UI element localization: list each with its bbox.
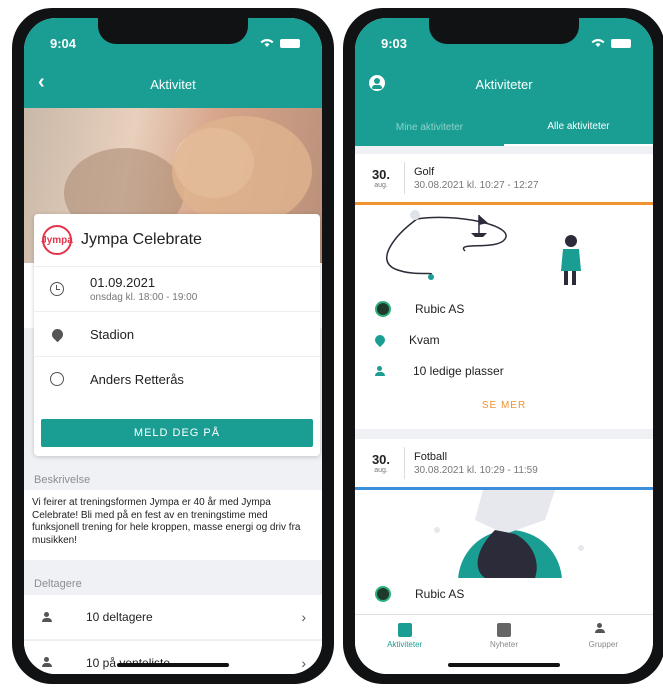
bottom-tab-label: Nyheter xyxy=(489,640,518,649)
event-card-header: Jympa Jympa Celebrate xyxy=(34,214,320,266)
groups-icon xyxy=(595,623,611,634)
activity-time: 30.08.2021 kl. 10:29 - 11:59 xyxy=(414,464,538,476)
phone-activity-list: 9:03 Aktiviteter Mine aktiviteter Alle a… xyxy=(343,8,663,684)
activity-spots: 10 ledige plasser xyxy=(413,363,504,378)
home-indicator xyxy=(117,663,229,667)
nav-bar: ‹ Aktivitet xyxy=(24,60,322,108)
date-divider xyxy=(404,162,405,194)
activity-tabs: Mine aktiviteter Alle aktiviteter xyxy=(355,108,653,146)
activity-date-row: 30. aug. Fotball 30.08.2021 kl. 10:29 - … xyxy=(355,439,653,487)
activity-club-row: Rubic AS xyxy=(355,293,653,324)
clock-icon xyxy=(50,282,64,296)
activity-club: Rubic AS xyxy=(415,301,465,316)
activity-title: Fotball xyxy=(414,450,448,463)
status-icons xyxy=(591,38,631,48)
status-icons xyxy=(260,38,300,48)
bottom-tab-label: Aktiviteter xyxy=(387,640,423,649)
club-logo-icon xyxy=(375,300,391,317)
activity-time: 30.08.2021 kl. 10:27 - 12:27 xyxy=(414,179,539,191)
chevron-right-icon: › xyxy=(301,654,306,671)
activity-day: 30. xyxy=(371,452,391,467)
event-title: Jympa Celebrate xyxy=(81,231,202,248)
phone-activity-detail: 9:04 ‹ Aktivitet Jympa Jympa Celebrate 0… xyxy=(12,8,334,684)
people-clock-icon xyxy=(42,657,58,668)
event-instructor-row: Anders Retterås xyxy=(34,356,320,401)
page-title: Aktivitet xyxy=(150,76,196,92)
activity-card-fotball[interactable]: 30. aug. Fotball 30.08.2021 kl. 10:29 - … xyxy=(355,439,653,639)
activity-date-row: 30. aug. Golf 30.08.2021 kl. 10:27 - 12:… xyxy=(355,154,653,202)
football-illustration xyxy=(355,490,653,578)
activity-month: aug. xyxy=(374,467,388,474)
event-location-row: Stadion xyxy=(34,311,320,356)
people-icon xyxy=(42,611,58,623)
bottom-tab-activities[interactable]: Aktiviteter xyxy=(355,623,454,674)
chevron-right-icon: › xyxy=(301,609,306,625)
event-location: Stadion xyxy=(90,326,135,342)
phone-notch xyxy=(429,18,579,44)
people-icon xyxy=(375,365,389,376)
participants-count: 10 deltagere xyxy=(86,610,153,624)
club-logo-icon xyxy=(375,585,391,602)
golf-illustration xyxy=(355,205,653,293)
event-instructor: Anders Retterås xyxy=(90,371,184,387)
screenshot-stage: 9:04 ‹ Aktivitet Jympa Jympa Celebrate 0… xyxy=(0,0,663,691)
activity-card-golf[interactable]: 30. aug. Golf 30.08.2021 kl. 10:27 - 12:… xyxy=(355,154,653,429)
date-divider xyxy=(404,447,405,479)
location-pin-icon xyxy=(49,326,65,342)
activity-club-row: Rubic AS xyxy=(355,578,653,609)
event-date: 01.09.2021 xyxy=(90,275,156,290)
activity-month: aug. xyxy=(374,182,388,189)
battery-icon xyxy=(611,38,631,48)
nav-bar: Aktiviteter xyxy=(355,60,653,108)
news-icon xyxy=(496,623,511,637)
bottom-tab-label: Grupper xyxy=(588,640,618,649)
status-time: 9:04 xyxy=(50,35,77,51)
activity-title: Golf xyxy=(414,165,435,178)
page-title: Aktiviteter xyxy=(475,76,533,92)
account-icon[interactable] xyxy=(369,75,385,91)
tab-my-activities[interactable]: Mine aktiviteter xyxy=(355,108,504,146)
activity-list-screen: 9:03 Aktiviteter Mine aktiviteter Alle a… xyxy=(355,18,653,674)
back-arrow-icon[interactable]: ‹ xyxy=(38,72,45,92)
jympa-logo-icon: Jympa xyxy=(41,225,73,255)
face-icon xyxy=(50,372,64,386)
see-more-link[interactable]: SE MER xyxy=(355,400,653,411)
event-time: onsdag kl. 18:00 - 19:00 xyxy=(90,292,198,303)
tab-all-activities[interactable]: Alle aktiviteter xyxy=(504,108,653,146)
golf-illustration-svg xyxy=(386,210,581,285)
participants-row[interactable]: 10 deltagere › xyxy=(24,595,322,639)
signup-button[interactable]: MELD DEG PÅ xyxy=(41,419,313,447)
participants-header: Deltagere xyxy=(34,578,82,590)
description-text: Vi feirer at treningsformen Jympa er 40 … xyxy=(24,490,322,560)
activity-day: 30. xyxy=(371,167,391,182)
status-time: 9:03 xyxy=(381,35,408,51)
activity-detail-screen: 9:04 ‹ Aktivitet Jympa Jympa Celebrate 0… xyxy=(24,18,322,674)
wifi-icon xyxy=(260,39,274,47)
phone-notch xyxy=(98,18,248,44)
calendar-icon xyxy=(397,623,412,637)
home-indicator xyxy=(448,663,560,667)
waitlist-row[interactable]: 10 på venteliste › xyxy=(24,640,322,674)
activity-list: 30. aug. Golf 30.08.2021 kl. 10:27 - 12:… xyxy=(355,146,653,639)
activity-location-row: Kvam xyxy=(355,324,653,355)
event-date-row: 01.09.2021 onsdag kl. 18:00 - 19:00 xyxy=(34,266,320,311)
description-header: Beskrivelse xyxy=(34,474,91,486)
activity-location: Kvam xyxy=(409,332,440,347)
football-illustration-svg xyxy=(434,490,584,578)
activity-spots-row: 10 ledige plasser xyxy=(355,355,653,386)
battery-icon xyxy=(280,38,300,48)
event-card: Jympa Jympa Celebrate 01.09.2021 onsdag … xyxy=(34,214,320,456)
activity-club: Rubic AS xyxy=(415,586,465,601)
wifi-icon xyxy=(591,39,605,47)
location-pin-icon xyxy=(372,332,388,347)
bottom-tab-groups[interactable]: Grupper xyxy=(554,623,653,674)
hero-photo-shape xyxy=(172,116,312,226)
